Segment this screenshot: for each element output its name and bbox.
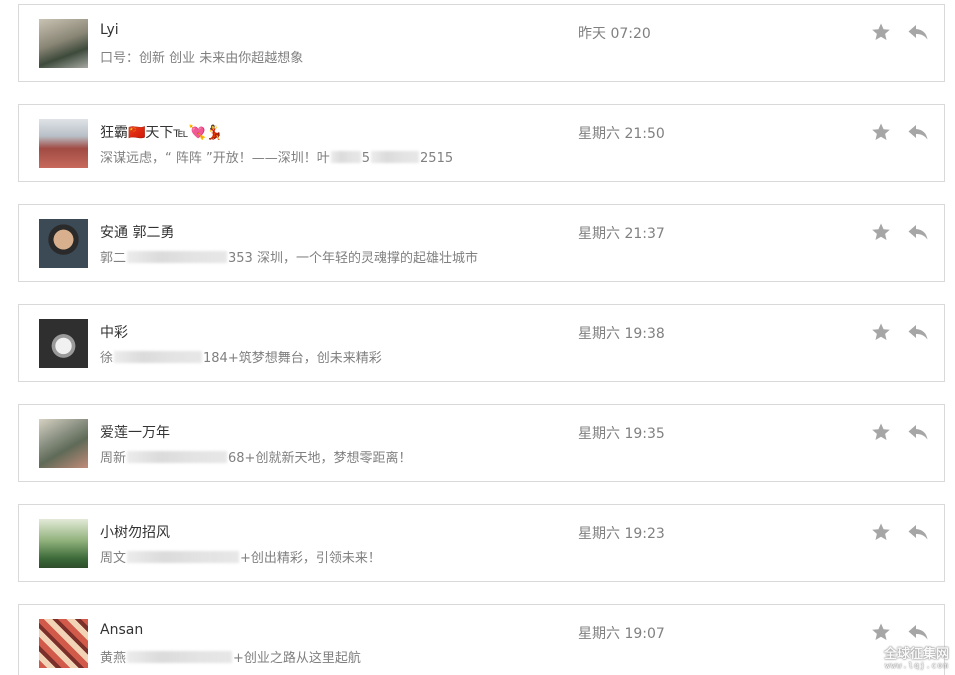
reply-icon[interactable]: [907, 123, 929, 141]
message-text: 5: [361, 151, 371, 166]
redacted-text: [127, 651, 233, 663]
avatar-tree-landscape[interactable]: [39, 419, 88, 468]
avatar-green-tree[interactable]: [39, 519, 88, 568]
message-text: 周新: [100, 451, 127, 466]
redacted-text: [127, 551, 240, 563]
message-time: 星期六 19:23: [578, 526, 665, 542]
message-card[interactable]: 安通 郭二勇 郭二 353 深圳，一个年轻的灵魂撑的起雄壮城市 星期六 21:37: [18, 204, 945, 282]
message-text: +创出精彩，引领未来！: [240, 551, 381, 566]
message-text: 2515: [420, 151, 454, 166]
star-icon[interactable]: [871, 622, 891, 642]
reply-icon[interactable]: [907, 623, 929, 641]
sender-name: 小树勿招风: [100, 525, 170, 541]
avatar-snowflake-pendant[interactable]: [39, 319, 88, 368]
message-card[interactable]: 中彩 徐 184+筑梦想舞台，创未来精彩 星期六 19:38: [18, 304, 945, 382]
watermark-url: www.lqj.com: [885, 661, 949, 671]
redacted-text: [330, 151, 361, 163]
message-text: 353 深圳，一个年轻的灵魂撑的起雄壮城市: [228, 251, 478, 266]
reply-icon[interactable]: [907, 223, 929, 241]
message-text: +创业之路从这里起航: [233, 651, 361, 666]
sender-name: 中彩: [100, 325, 128, 341]
sender-name: 狂霸🇨🇳天下℡💘💃: [100, 125, 224, 141]
message-card[interactable]: 小树勿招风 周文 +创出精彩，引领未来！ 星期六 19:23: [18, 504, 945, 582]
message-time: 星期六 21:37: [578, 226, 665, 242]
message-card[interactable]: 狂霸🇨🇳天下℡💘💃 深谋远虑，“ 阵阵 ”开放！——深圳！叶 5 2515 星期六 …: [18, 104, 945, 182]
watermark: 全球征集网 www.lqj.com: [884, 647, 949, 671]
message-text: 周文: [100, 551, 127, 566]
star-icon[interactable]: [871, 22, 891, 42]
message-preview: 深谋远虑，“ 阵阵 ”开放！——深圳！叶 5 2515: [100, 147, 453, 166]
message-time: 星期六 19:07: [578, 626, 665, 642]
message-text: 口号：创新 创业 未来由你超越想象: [100, 51, 304, 66]
star-icon[interactable]: [871, 222, 891, 242]
reply-icon[interactable]: [907, 23, 929, 41]
sender-name: Ansan: [100, 622, 144, 638]
redacted-text: [371, 151, 420, 163]
reply-icon[interactable]: [907, 523, 929, 541]
star-icon[interactable]: [871, 322, 891, 342]
message-preview: 周文 +创出精彩，引领未来！: [100, 547, 381, 566]
avatar-cartoon-faces[interactable]: [39, 619, 88, 668]
message-text: 184+筑梦想舞台，创未来精彩: [203, 351, 382, 366]
message-text: 68+创就新天地，梦想零距离！: [228, 451, 412, 466]
avatar-person-outdoor[interactable]: [39, 19, 88, 68]
redacted-text: [114, 351, 203, 363]
message-card[interactable]: Lyi 口号：创新 创业 未来由你超越想象 昨天 07:20: [18, 4, 945, 82]
star-icon[interactable]: [871, 522, 891, 542]
message-text: 黄燕: [100, 651, 127, 666]
avatar-man-portrait[interactable]: [39, 219, 88, 268]
star-icon[interactable]: [871, 422, 891, 442]
sender-name: 安通 郭二勇: [100, 225, 175, 241]
message-preview: 口号：创新 创业 未来由你超越想象: [100, 47, 303, 66]
message-card[interactable]: Ansan 黄燕 +创业之路从这里起航 星期六 19:07: [18, 604, 945, 675]
redacted-text: [127, 251, 228, 263]
message-text: 徐: [100, 351, 114, 366]
reply-icon[interactable]: [907, 323, 929, 341]
message-preview: 周新 68+创就新天地，梦想零距离！: [100, 447, 411, 466]
message-text: 郭二: [100, 251, 127, 266]
sender-name: 爱莲一万年: [100, 425, 170, 441]
message-list: Lyi 口号：创新 创业 未来由你超越想象 昨天 07:20 狂霸🇨🇳天下℡💘💃…: [0, 0, 955, 675]
redacted-text: [127, 451, 228, 463]
message-time: 星期六 19:38: [578, 326, 665, 342]
message-time: 昨天 07:20: [578, 26, 651, 42]
star-icon[interactable]: [871, 122, 891, 142]
reply-icon[interactable]: [907, 423, 929, 441]
avatar-running-track[interactable]: [39, 119, 88, 168]
message-time: 星期六 21:50: [578, 126, 665, 142]
message-text: 深谋远虑，“ 阵阵 ”开放！——深圳！叶: [100, 151, 330, 166]
message-card[interactable]: 爱莲一万年 周新 68+创就新天地，梦想零距离！ 星期六 19:35: [18, 404, 945, 482]
sender-name: Lyi: [100, 22, 119, 38]
message-preview: 徐 184+筑梦想舞台，创未来精彩: [100, 347, 382, 366]
message-preview: 黄燕 +创业之路从这里起航: [100, 647, 361, 666]
message-time: 星期六 19:35: [578, 426, 665, 442]
message-preview: 郭二 353 深圳，一个年轻的灵魂撑的起雄壮城市: [100, 247, 478, 266]
